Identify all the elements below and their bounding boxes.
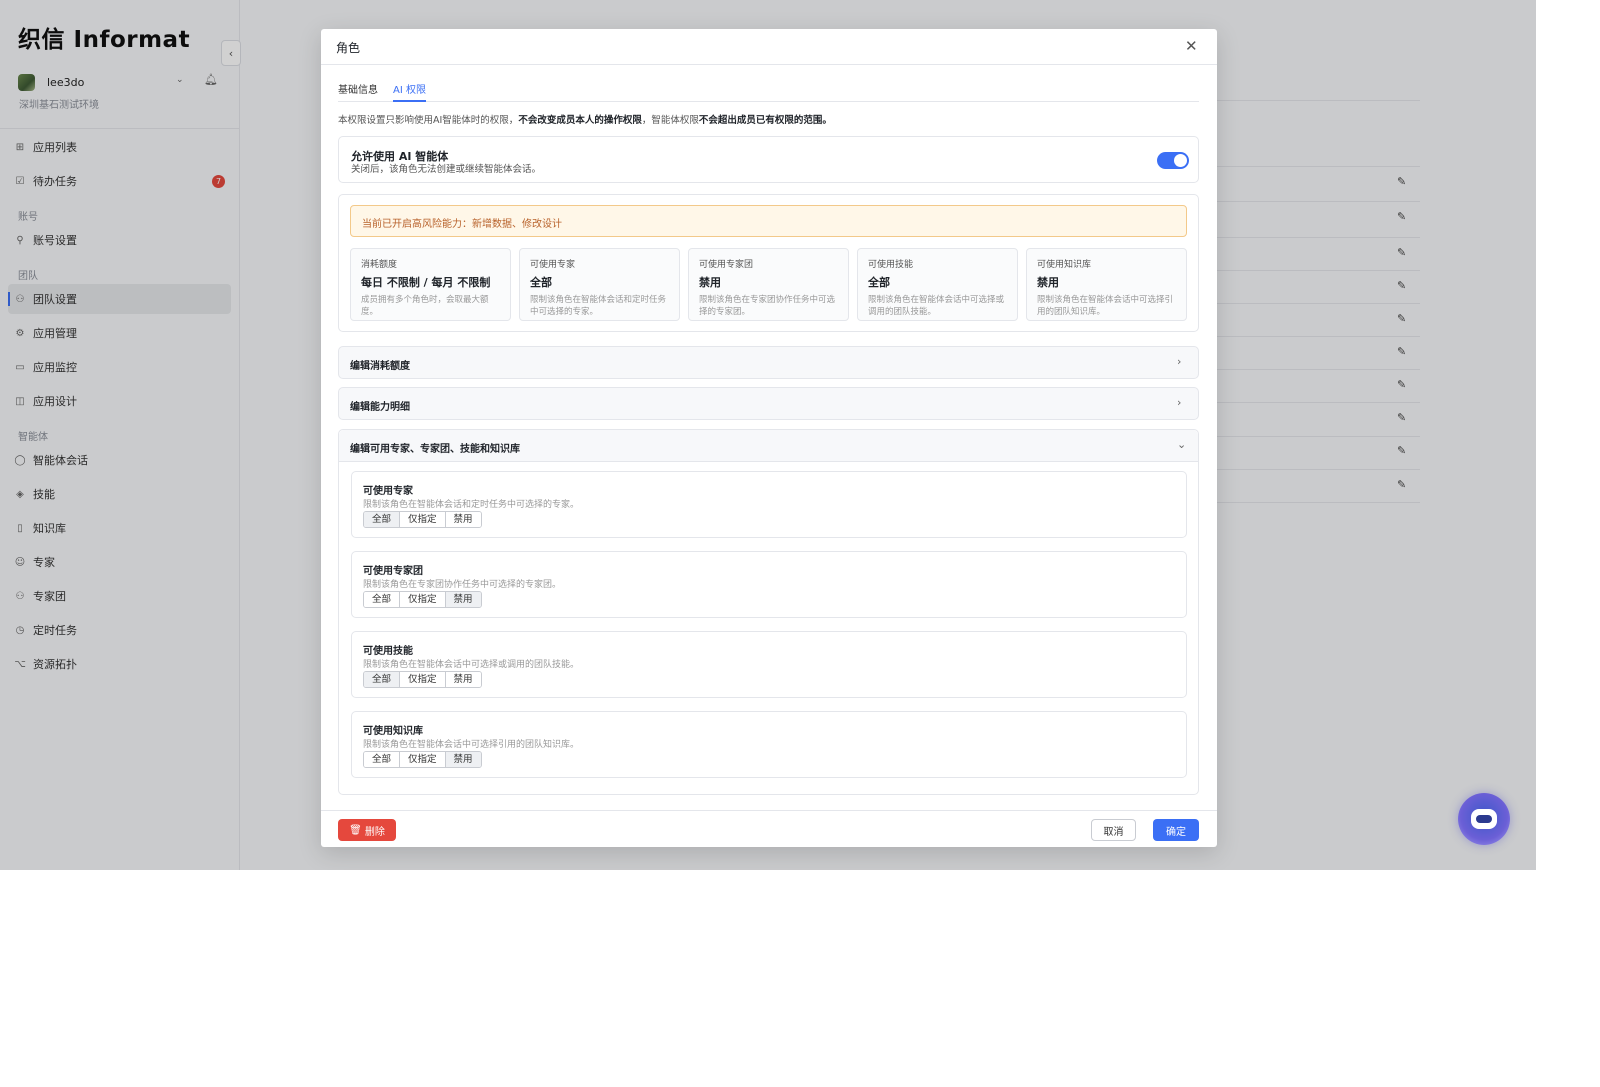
summary-card-skills: 可使用技能 全部 限制该角色在智能体会话中可选择或调用的团队技能。 <box>857 248 1018 321</box>
cancel-button[interactable]: 取消 <box>1091 819 1136 841</box>
option-specified[interactable]: 仅指定 <box>400 592 446 607</box>
permission-knowledge-base: 可使用知识库 限制该角色在智能体会话中可选择引用的团队知识库。 全部 仅指定 禁… <box>351 711 1187 778</box>
permission-desc: 限制该角色在智能体会话中可选择或调用的团队技能。 <box>363 660 580 670</box>
notice-text: 本权限设置只影响使用AI智能体时的权限， <box>338 115 519 126</box>
notice-emphasis: 不会改变成员本人的操作权限 <box>518 115 642 126</box>
accordion-edit-capabilities[interactable]: 编辑能力明细 › <box>338 387 1199 420</box>
option-all[interactable]: 全部 <box>364 672 401 687</box>
permission-expert-teams: 可使用专家团 限制该角色在专家团协作任务中可选择的专家团。 全部 仅指定 禁用 <box>351 551 1187 618</box>
trash-icon: 🗑︎ <box>349 824 362 836</box>
card-label: 可使用专家 <box>530 260 576 270</box>
option-specified[interactable]: 仅指定 <box>400 512 446 527</box>
permission-desc: 限制该角色在智能体会话中可选择引用的团队知识库。 <box>363 740 580 750</box>
permission-desc: 限制该角色在专家团协作任务中可选择的专家团。 <box>363 580 562 590</box>
card-desc: 限制该角色在智能体会话中可选择或调用的团队技能。 <box>868 295 1005 317</box>
allow-agent-toggle[interactable] <box>1157 152 1189 169</box>
high-risk-warning: 当前已开启高风险能力：新增数据、修改设计 <box>350 205 1187 237</box>
card-label: 可使用专家团 <box>699 260 754 270</box>
option-specified[interactable]: 仅指定 <box>400 752 446 767</box>
delete-label: 删除 <box>364 826 385 838</box>
card-desc: 限制该角色在专家团协作任务中可选择的专家团。 <box>699 295 836 317</box>
permission-skills: 可使用技能 限制该角色在智能体会话中可选择或调用的团队技能。 全部 仅指定 禁用 <box>351 631 1187 698</box>
permission-notice: 本权限设置只影响使用AI智能体时的权限，不会改变成员本人的操作权限，智能体权限不… <box>338 112 832 126</box>
segmented-control: 全部 仅指定 禁用 <box>363 751 482 768</box>
dialog-title: 角色 <box>336 41 361 55</box>
card-value: 每日 不限制 / 每月 不限制 <box>361 276 491 289</box>
segmented-control: 全部 仅指定 禁用 <box>363 671 482 688</box>
segmented-control: 全部 仅指定 禁用 <box>363 591 482 608</box>
app-window: 织信 Informat ‹ lee3do ⌄ 🔔︎ 深圳基石测试环境 ⊞ 应用列表… <box>0 0 1536 870</box>
delete-button[interactable]: 🗑︎ 删除 <box>338 819 396 841</box>
capability-summary-panel: 当前已开启高风险能力：新增数据、修改设计 消耗额度 每日 不限制 / 每月 不限… <box>338 194 1199 332</box>
chevron-right-icon: › <box>1177 355 1182 368</box>
card-label: 可使用技能 <box>868 260 914 270</box>
accordion-title: 编辑能力明细 <box>350 402 410 413</box>
summary-card-knowledge-base: 可使用知识库 禁用 限制该角色在智能体会话中可选择引用的团队知识库。 <box>1026 248 1187 321</box>
summary-card-expert-teams: 可使用专家团 禁用 限制该角色在专家团协作任务中可选择的专家团。 <box>688 248 849 321</box>
chevron-down-icon: ⌄ <box>1177 438 1187 451</box>
footer-divider <box>321 810 1217 811</box>
confirm-button[interactable]: 确定 <box>1153 819 1199 841</box>
permission-desc: 限制该角色在智能体会话和定时任务中可选择的专家。 <box>363 500 580 510</box>
tab-basic-info[interactable]: 基础信息 <box>338 81 378 102</box>
option-all[interactable]: 全部 <box>364 512 401 527</box>
chevron-right-icon: › <box>1177 396 1182 409</box>
segmented-control: 全部 仅指定 禁用 <box>363 511 482 528</box>
role-dialog: 角色 ✕ 基础信息 AI 权限 本权限设置只影响使用AI智能体时的权限，不会改变… <box>321 29 1217 847</box>
option-all[interactable]: 全部 <box>364 752 401 767</box>
option-specified[interactable]: 仅指定 <box>400 672 446 687</box>
card-label: 消耗额度 <box>361 260 398 270</box>
ai-assistant-button[interactable] <box>1458 793 1510 845</box>
accordion-edit-resources: 编辑可用专家、专家团、技能和知识库 ⌄ 可使用专家 限制该角色在智能体会话和定时… <box>338 429 1199 795</box>
accordion-edit-quota[interactable]: 编辑消耗额度 › <box>338 346 1199 379</box>
card-desc: 成员拥有多个角色时，会取最大额度。 <box>361 295 489 317</box>
option-all[interactable]: 全部 <box>364 592 401 607</box>
tab-ai-permissions[interactable]: AI 权限 <box>393 81 426 102</box>
permission-title: 可使用知识库 <box>363 726 423 737</box>
notice-text: ，智能体权限 <box>641 115 699 126</box>
allow-agent-desc: 关闭后，该角色无法创建或继续智能体会话。 <box>351 164 542 175</box>
permission-experts: 可使用专家 限制该角色在智能体会话和定时任务中可选择的专家。 全部 仅指定 禁用 <box>351 471 1187 538</box>
card-desc: 限制该角色在智能体会话中可选择引用的团队知识库。 <box>1037 295 1174 317</box>
card-value: 禁用 <box>1037 276 1059 289</box>
permission-title: 可使用技能 <box>363 646 413 657</box>
accordion-title: 编辑消耗额度 <box>350 361 410 372</box>
allow-agent-panel: 允许使用 AI 智能体 关闭后，该角色无法创建或继续智能体会话。 <box>338 136 1199 183</box>
card-desc: 限制该角色在智能体会话和定时任务中可选择的专家。 <box>530 295 667 317</box>
notice-emphasis: 不会超出成员已有权限的范围。 <box>698 115 832 126</box>
permission-title: 可使用专家 <box>363 486 413 497</box>
option-disabled[interactable]: 禁用 <box>445 592 481 607</box>
tab-bar: 基础信息 AI 权限 <box>338 81 1199 102</box>
option-disabled[interactable]: 禁用 <box>445 512 481 527</box>
close-icon[interactable]: ✕ <box>1185 37 1198 55</box>
card-value: 全部 <box>530 276 552 289</box>
permission-title: 可使用专家团 <box>363 566 423 577</box>
summary-card-quota: 消耗额度 每日 不限制 / 每月 不限制 成员拥有多个角色时，会取最大额度。 <box>350 248 511 321</box>
card-label: 可使用知识库 <box>1037 260 1092 270</box>
card-value: 全部 <box>868 276 890 289</box>
summary-card-experts: 可使用专家 全部 限制该角色在智能体会话和定时任务中可选择的专家。 <box>519 248 680 321</box>
card-value: 禁用 <box>699 276 721 289</box>
accordion-title: 编辑可用专家、专家团、技能和知识库 <box>350 444 520 455</box>
accordion-header[interactable]: 编辑可用专家、专家团、技能和知识库 ⌄ <box>339 430 1198 462</box>
option-disabled[interactable]: 禁用 <box>445 672 481 687</box>
dialog-header: 角色 ✕ <box>321 29 1217 65</box>
robot-icon <box>1471 809 1497 829</box>
option-disabled[interactable]: 禁用 <box>445 752 481 767</box>
